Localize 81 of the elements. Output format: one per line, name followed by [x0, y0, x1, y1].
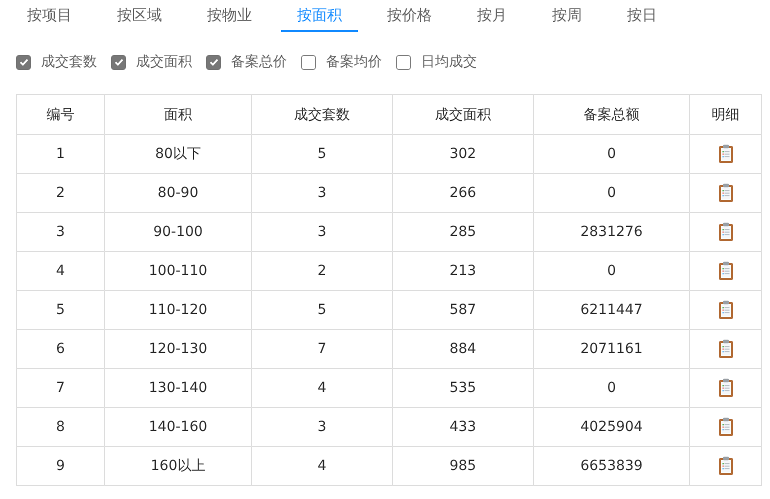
clipboard-icon[interactable]: [718, 222, 734, 242]
check-icon: [112, 56, 124, 68]
table-cell: 285: [392, 212, 534, 252]
checkbox-label: 成交面积: [136, 53, 192, 71]
clipboard-icon[interactable]: [718, 339, 734, 359]
table-cell: 3: [252, 408, 392, 446]
table-cell: 110-120: [104, 290, 252, 330]
checkbox[interactable]: [16, 54, 31, 70]
tab[interactable]: 按面积: [281, 0, 358, 32]
table-cell: 9: [16, 446, 104, 486]
table-cell: 5: [252, 134, 392, 174]
clipboard-icon[interactable]: [718, 144, 734, 164]
table-cell: 266: [392, 174, 534, 212]
column-header: 成交面积: [392, 94, 534, 134]
table-cell: 2: [16, 174, 104, 212]
checkbox[interactable]: [396, 54, 411, 70]
table-cell: 985: [392, 446, 534, 486]
table-cell: 5: [16, 290, 104, 330]
table-cell: 3: [252, 212, 392, 252]
table-cell: 160以上: [104, 446, 252, 486]
table-cell: 7: [16, 368, 104, 408]
table-cell: 7: [252, 330, 392, 368]
table-cell: 1: [16, 134, 104, 174]
table-cell: 6: [16, 330, 104, 368]
table-cell: 213: [392, 252, 534, 290]
check-icon: [18, 56, 30, 68]
clipboard-icon[interactable]: [718, 261, 734, 281]
table-cell: 433: [392, 408, 534, 446]
table-cell: 0: [533, 174, 690, 212]
table-cell: 535: [392, 368, 534, 408]
table-cell: 80-90: [104, 174, 252, 212]
table-cell: 2071161: [533, 330, 690, 368]
table-cell: 3: [252, 174, 392, 212]
table-cell: 6653839: [533, 446, 690, 486]
column-header: 成交套数: [252, 94, 392, 134]
tab[interactable]: 按物业: [191, 0, 268, 32]
table-cell: 0: [533, 252, 690, 290]
tab[interactable]: 按价格: [371, 0, 448, 32]
table-cell: 90-100: [104, 212, 252, 252]
table-cell: 8: [16, 408, 104, 446]
checkbox-label: 日均成交: [421, 53, 477, 71]
table-cell: 130-140: [104, 368, 252, 408]
check-icon: [208, 56, 220, 68]
table-cell: 2: [252, 252, 392, 290]
clipboard-icon[interactable]: [718, 183, 734, 203]
clipboard-icon[interactable]: [718, 378, 734, 398]
tab[interactable]: 按项目: [11, 0, 88, 32]
table-cell: 120-130: [104, 330, 252, 368]
checkbox[interactable]: [111, 54, 126, 70]
tab[interactable]: 按周: [536, 0, 598, 32]
column-header: 备案总额: [533, 94, 690, 134]
checkbox-label: 备案均价: [326, 53, 382, 71]
table-cell: 587: [392, 290, 534, 330]
table-cell: 884: [392, 330, 534, 368]
tab[interactable]: 按月: [461, 0, 523, 32]
table-cell: 140-160: [104, 408, 252, 446]
table-cell: 0: [533, 134, 690, 174]
table-cell: 4: [252, 368, 392, 408]
tab[interactable]: 按日: [611, 0, 673, 32]
checkbox[interactable]: [206, 54, 221, 70]
checkbox[interactable]: [301, 54, 316, 70]
clipboard-icon[interactable]: [718, 300, 734, 320]
table-cell: 100-110: [104, 252, 252, 290]
checkbox-label: 成交套数: [41, 53, 97, 71]
table-cell: 4: [16, 252, 104, 290]
table-cell: 2831276: [533, 212, 690, 252]
column-header: 明细: [690, 94, 762, 134]
tab[interactable]: 按区域: [101, 0, 178, 32]
clipboard-icon[interactable]: [718, 456, 734, 476]
table-cell: 4: [252, 446, 392, 486]
table-cell: 4025904: [533, 408, 690, 446]
table-cell: 3: [16, 212, 104, 252]
checkbox-label: 备案总价: [231, 53, 287, 71]
table-cell: 302: [392, 134, 534, 174]
column-header: 面积: [104, 94, 252, 134]
table-cell: 80以下: [104, 134, 252, 174]
column-header: 编号: [16, 94, 104, 134]
table-cell: 6211447: [533, 290, 690, 330]
clipboard-icon[interactable]: [718, 417, 734, 437]
table-cell: 0: [533, 368, 690, 408]
table-cell: 5: [252, 290, 392, 330]
